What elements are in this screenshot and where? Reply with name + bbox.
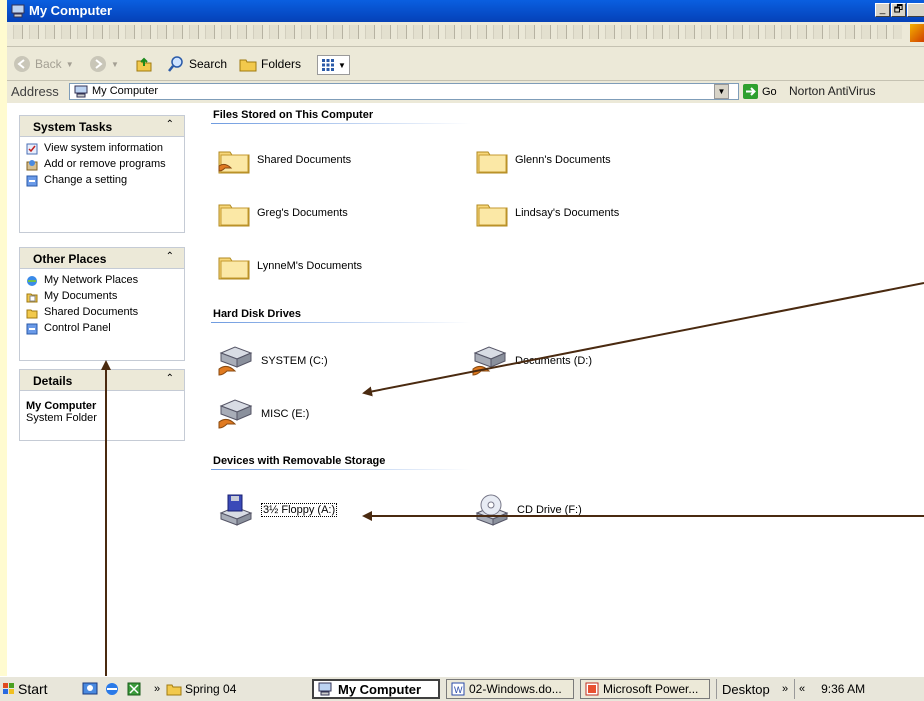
windows-flag-icon [3,683,14,694]
taskbar-divider [716,679,717,699]
computer-icon [318,682,332,696]
annotation-arrows [101,282,924,700]
quicklaunch-ie-icon[interactable] [104,679,120,699]
taskbar-word-document[interactable]: W 02-Windows.do... [446,679,574,699]
tray-clock[interactable]: 9:36 AM [821,682,865,696]
tray-expand-chevron[interactable]: « [799,683,805,695]
quicklaunch-app-icon[interactable] [126,679,142,699]
taskbar-powerpoint[interactable]: Microsoft Power... [580,679,710,699]
svg-text:W: W [454,685,463,695]
arrow-to-system-drive [362,282,924,397]
desktop-toolbar[interactable]: Desktop [722,679,770,699]
word-doc-icon: W [451,682,465,696]
taskbar: Start » Spring 04 My Computer W 02-Windo… [0,676,924,701]
taskbar-spring-04[interactable]: Spring 04 [166,679,236,699]
quicklaunch-chevron[interactable]: » [154,679,160,699]
desktop-toolbar-chevron[interactable]: » [782,679,788,699]
quicklaunch-desktop-icon[interactable] [82,679,98,699]
powerpoint-icon [585,682,599,696]
system-tray: « 9:36 AM [794,679,924,699]
folder-icon [166,684,182,696]
taskbar-my-computer[interactable]: My Computer [312,679,440,699]
start-button[interactable]: Start [2,679,48,699]
